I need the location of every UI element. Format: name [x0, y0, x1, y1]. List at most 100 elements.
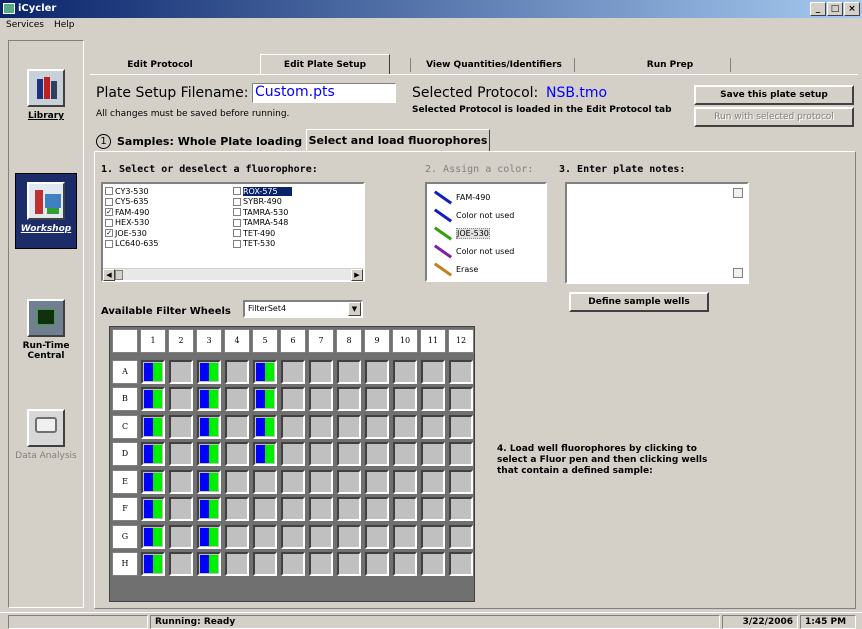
fluorophore-checkbox[interactable]: [105, 239, 113, 248]
plate-well[interactable]: [365, 414, 389, 439]
plate-column-header[interactable]: 12: [448, 329, 474, 353]
fluorophore-checkbox[interactable]: [233, 229, 241, 238]
plate-well[interactable]: [309, 552, 333, 576]
horizontal-scrollbar[interactable]: ◀ ▶: [103, 268, 363, 281]
plate-well[interactable]: [393, 387, 417, 411]
plate-well[interactable]: [253, 442, 277, 466]
plate-well[interactable]: [141, 497, 165, 521]
plate-well[interactable]: [169, 442, 193, 466]
tab-run-prep[interactable]: Run Prep: [610, 56, 730, 74]
plate-well[interactable]: [281, 414, 305, 439]
plate-well[interactable]: [393, 497, 417, 521]
plate-well[interactable]: [169, 359, 193, 384]
plate-well[interactable]: [197, 387, 221, 411]
plate-well[interactable]: [309, 414, 333, 439]
plate-well[interactable]: [169, 524, 193, 549]
plate-well[interactable]: [197, 442, 221, 466]
plate-well[interactable]: [449, 497, 473, 521]
fluorophore-item[interactable]: LC640-635: [105, 239, 158, 250]
tab-edit-plate-setup[interactable]: Edit Plate Setup: [260, 54, 390, 74]
plate-well[interactable]: [393, 524, 417, 549]
plate-well[interactable]: [253, 387, 277, 411]
plate-well[interactable]: [197, 359, 221, 384]
filter-wheel-select[interactable]: FilterSet4 ▼: [243, 300, 363, 318]
plate-column-header[interactable]: 5: [252, 329, 278, 353]
plate-well[interactable]: [141, 442, 165, 466]
plate-well[interactable]: [169, 552, 193, 576]
plate-well[interactable]: [421, 524, 445, 549]
plate-row-header[interactable]: A: [112, 359, 138, 384]
menu-services[interactable]: Services: [6, 20, 44, 34]
fluorophore-item[interactable]: TAMRA-530: [233, 207, 292, 218]
minimize-button[interactable]: _: [810, 2, 826, 16]
plate-well[interactable]: [337, 414, 361, 439]
plate-well[interactable]: [337, 524, 361, 549]
plate-well[interactable]: [197, 469, 221, 494]
fluorophore-item[interactable]: ✓ JOE-530: [105, 228, 158, 239]
plate-well[interactable]: [225, 497, 249, 521]
plate-well[interactable]: [337, 469, 361, 494]
color-pen-item[interactable]: Color not used: [427, 206, 545, 224]
plate-well[interactable]: [393, 469, 417, 494]
fluorophore-checkbox[interactable]: ✓: [105, 208, 113, 217]
color-pen-item[interactable]: FAM-490: [427, 188, 545, 206]
nav-run-time-central[interactable]: Run-Time Central: [15, 291, 77, 367]
plate-well[interactable]: [393, 552, 417, 576]
menu-help[interactable]: Help: [54, 20, 75, 34]
plate-row-header[interactable]: F: [112, 497, 138, 521]
fluorophore-item[interactable]: ROX-575: [233, 186, 292, 197]
plate-well[interactable]: [421, 552, 445, 576]
plate-well[interactable]: [281, 552, 305, 576]
nav-library[interactable]: Library: [15, 61, 77, 137]
scroll-up-icon[interactable]: [733, 188, 743, 198]
fluorophore-item[interactable]: CY5-635: [105, 197, 158, 208]
plate-well[interactable]: [225, 524, 249, 549]
plate-well[interactable]: [393, 414, 417, 439]
nav-data-analysis[interactable]: Data Analysis: [15, 401, 77, 477]
fluorophore-list[interactable]: CY3-530 CY5-635 ✓ FAM-490 HEX-530 ✓ JOE-530 LC6…: [101, 182, 365, 282]
plate-well[interactable]: [197, 524, 221, 549]
save-plate-setup-button[interactable]: Save this plate setup: [694, 85, 854, 105]
fluorophore-checkbox[interactable]: [105, 197, 113, 206]
scroll-left-icon[interactable]: ◀: [103, 269, 115, 281]
fluorophore-checkbox[interactable]: ✓: [105, 229, 113, 238]
plate-notes-input[interactable]: [565, 182, 749, 284]
plate-well[interactable]: [309, 359, 333, 384]
maximize-button[interactable]: □: [827, 2, 843, 16]
plate-well[interactable]: [365, 442, 389, 466]
tab-edit-protocol[interactable]: Edit Protocol: [100, 56, 220, 74]
plate-well[interactable]: [197, 497, 221, 521]
scroll-right-icon[interactable]: ▶: [351, 269, 363, 281]
plate-row-header[interactable]: H: [112, 552, 138, 576]
plate-well[interactable]: [253, 414, 277, 439]
plate-well[interactable]: [141, 552, 165, 576]
fluorophore-item[interactable]: HEX-530: [105, 218, 158, 229]
plate-well[interactable]: [393, 359, 417, 384]
nav-workshop[interactable]: Workshop: [15, 173, 77, 249]
plate-column-header[interactable]: 4: [224, 329, 250, 353]
plate-column-header[interactable]: 6: [280, 329, 306, 353]
plate-well[interactable]: [365, 497, 389, 521]
color-pen-list[interactable]: FAM-490 Color not used JOE-530 Color not us…: [425, 182, 547, 282]
tab-view-quantities[interactable]: View Quantities/Identifiers: [414, 56, 574, 74]
fluorophore-item[interactable]: TAMRA-548: [233, 218, 292, 229]
plate-well[interactable]: [141, 469, 165, 494]
fluorophore-checkbox[interactable]: [233, 187, 241, 196]
plate-row-header[interactable]: G: [112, 524, 138, 549]
plate-well[interactable]: [281, 497, 305, 521]
plate-well[interactable]: [449, 552, 473, 576]
define-sample-wells-button[interactable]: Define sample wells: [569, 292, 709, 312]
plate-well[interactable]: [253, 359, 277, 384]
plate-well[interactable]: [169, 497, 193, 521]
fluorophore-checkbox[interactable]: [233, 239, 241, 248]
plate-well[interactable]: [449, 524, 473, 549]
plate-well[interactable]: [309, 497, 333, 521]
plate-column-header[interactable]: 1: [140, 329, 166, 353]
fluorophore-item[interactable]: ✓ FAM-490: [105, 207, 158, 218]
plate-well[interactable]: [421, 442, 445, 466]
plate-well[interactable]: [225, 387, 249, 411]
plate-well[interactable]: [421, 497, 445, 521]
fluorophore-item[interactable]: TET-530: [233, 239, 292, 250]
fluorophore-checkbox[interactable]: [233, 218, 241, 227]
chevron-down-icon[interactable]: ▼: [348, 302, 361, 316]
